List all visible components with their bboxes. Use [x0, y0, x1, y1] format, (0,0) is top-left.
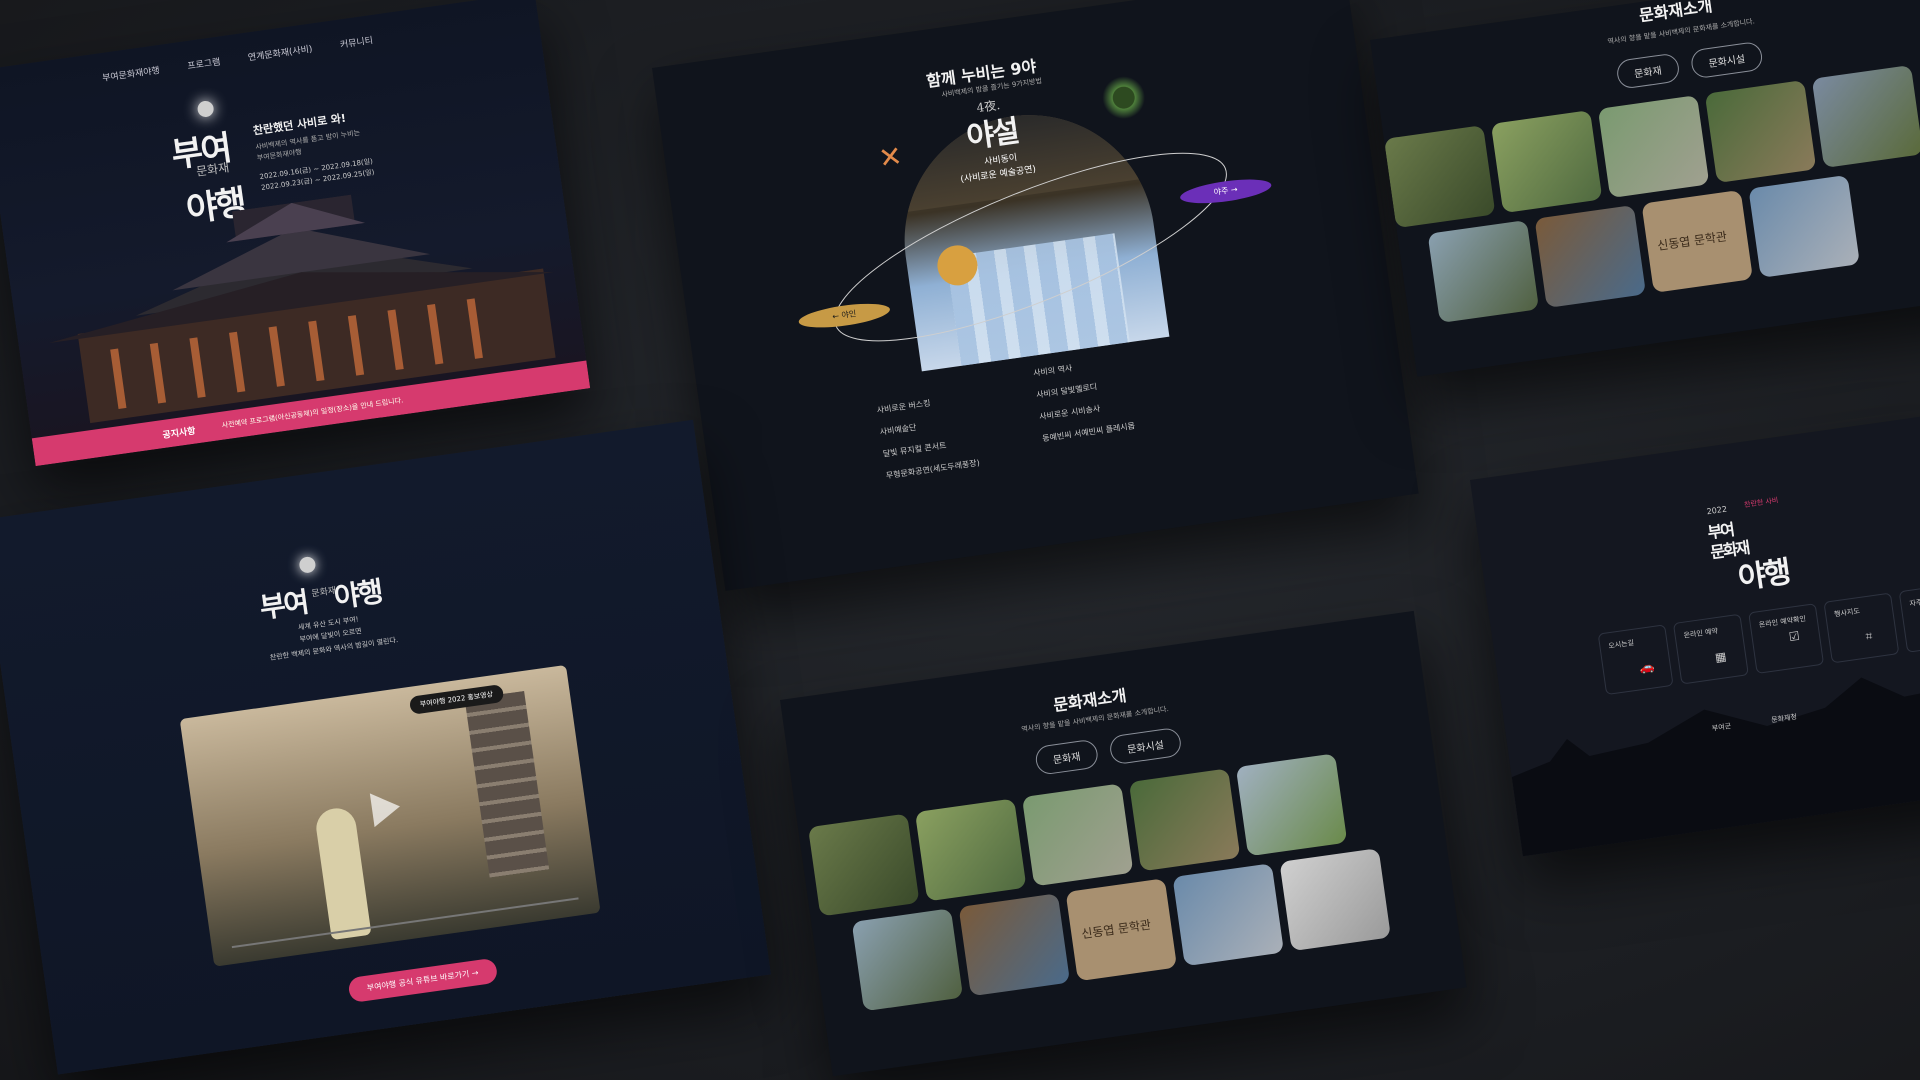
tab-facility[interactable]: 문화시설	[1108, 726, 1183, 766]
moon-icon	[298, 555, 317, 574]
heritage-thumb[interactable]	[1128, 768, 1241, 872]
calligraphy-sign: 신동엽 문학관	[1656, 229, 1728, 253]
moon-icon	[196, 99, 215, 119]
heritage-thumb[interactable]	[1597, 95, 1710, 199]
heritage-panel-top: 문화재소개 역사의 향을 맡을 사비백제의 문화재를 소개합니다. 문화재 문화…	[1370, 0, 1920, 377]
quick-label: 행사지도	[1833, 607, 1861, 619]
calendar-icon: ▦	[1714, 649, 1728, 665]
footer-logo-small: 찬란한 사비	[1743, 496, 1779, 510]
calligraphy-sign: 신동엽 문학관	[1080, 917, 1152, 942]
heritage-thumb[interactable]	[1490, 110, 1603, 214]
heritage-thumb[interactable]: 신동엽 문학관	[1065, 878, 1178, 982]
car-icon: 🚗	[1638, 659, 1656, 676]
tab-facility[interactable]: 문화시설	[1689, 40, 1764, 80]
youtube-button[interactable]: 부여야행 공식 유튜브 바로가기 →	[347, 957, 498, 1004]
quick-directions[interactable]: 오시는길 🚗	[1597, 624, 1674, 696]
nav-item-heritage[interactable]: 연계문화재(사비)	[247, 42, 313, 64]
heritage-thumb[interactable]	[1811, 64, 1920, 169]
video-logo-bottom: 야행	[332, 574, 384, 615]
heritage-thumb[interactable]	[1021, 783, 1134, 887]
play-icon[interactable]	[369, 789, 403, 828]
heritage-thumb[interactable]	[1704, 80, 1817, 184]
nav-item-program[interactable]: 프로그램	[186, 55, 221, 73]
tab-heritage[interactable]: 문화재	[1034, 738, 1100, 776]
heritage-thumb[interactable]	[914, 798, 1027, 902]
heritage-thumb[interactable]	[807, 813, 920, 917]
nav-item-community[interactable]: 커뮤니티	[339, 33, 373, 51]
calendar-check-icon: ☑	[1787, 628, 1801, 645]
heritage-panel-bottom: 문화재소개 역사의 향을 맡을 사비백제의 문화재를 소개합니다. 문화재 문화…	[780, 610, 1467, 1077]
quick-label: 자주 묻는 질문	[1908, 594, 1920, 608]
quick-reserve[interactable]: 온라인 예약 ▦	[1672, 613, 1749, 685]
footer-panel: 2022 찬란한 사비 부여 문화재 야행 오시는길 🚗 온라인 예약 ▦ 온라…	[1470, 413, 1920, 857]
heritage-thumb[interactable]	[1383, 125, 1496, 229]
heritage-title: 문화재소개	[1637, 0, 1714, 26]
notice-label: 공지사항	[162, 426, 197, 442]
nights-panel: 함께 누비는 9야 사비백제의 밤을 즐기는 9가지방법 4夜. 야설 사비동이…	[652, 0, 1419, 591]
heritage-thumb[interactable]	[1427, 219, 1540, 324]
heritage-thumb[interactable]	[958, 893, 1071, 997]
heritage-thumb[interactable]	[1235, 753, 1348, 857]
video-progress-bar[interactable]	[231, 897, 579, 949]
performer-figure	[313, 805, 372, 941]
youtube-button-label: 부여야행 공식 유튜브 바로가기 →	[366, 968, 480, 993]
prev-night-label: ← 야인	[831, 309, 857, 322]
heritage-thumb[interactable]: 신동엽 문학관	[1641, 189, 1753, 293]
quick-reserve-check[interactable]: 온라인 예약확인 ☑	[1748, 603, 1825, 674]
skyline-silhouette	[1511, 677, 1920, 857]
hero-panel: 부여문화재야행 프로그램 연계문화재(사비) 커뮤니티 부여 문화재 야행 찬란…	[0, 0, 591, 467]
heritage-thumb[interactable]	[1534, 204, 1647, 308]
footer-logo-big: 야행	[1735, 554, 1792, 597]
heritage-thumb[interactable]	[851, 908, 964, 1012]
next-night-label: 야주 →	[1213, 184, 1239, 197]
heritage-thumb[interactable]	[1172, 863, 1285, 967]
quick-label: 오시는길	[1607, 638, 1635, 651]
heritage-sub: 역사의 향을 맡을 사비백제의 문화재를 소개합니다.	[1607, 17, 1756, 46]
heritage-thumb[interactable]	[1279, 848, 1391, 952]
video-player[interactable]: 부여야행 2022 홍보영상	[179, 664, 601, 967]
orbit-ring	[834, 152, 1227, 342]
nav-item-festival[interactable]: 부여문화재야행	[101, 63, 161, 84]
quick-label: 온라인 예약	[1683, 627, 1719, 640]
tab-heritage[interactable]: 문화재	[1615, 52, 1681, 90]
quick-faq[interactable]: 자주 묻는 질문	[1898, 581, 1920, 653]
heritage-thumb[interactable]	[1748, 174, 1860, 278]
pagoda-shape	[464, 690, 550, 878]
video-logo-top: 부여	[257, 585, 310, 625]
footer-year: 2022	[1706, 504, 1728, 517]
mockup-stage: 부여문화재야행 프로그램 연계문화재(사비) 커뮤니티 부여 문화재 야행 찬란…	[0, 0, 1920, 1080]
video-panel: 부여 문화재 야행 세계 유산 도시 부여! 부여에 달빛이 오르면 찬란한 백…	[0, 419, 771, 1075]
quick-map[interactable]: 행사지도 ⌗	[1823, 592, 1900, 664]
map-icon: ⌗	[1864, 628, 1874, 644]
